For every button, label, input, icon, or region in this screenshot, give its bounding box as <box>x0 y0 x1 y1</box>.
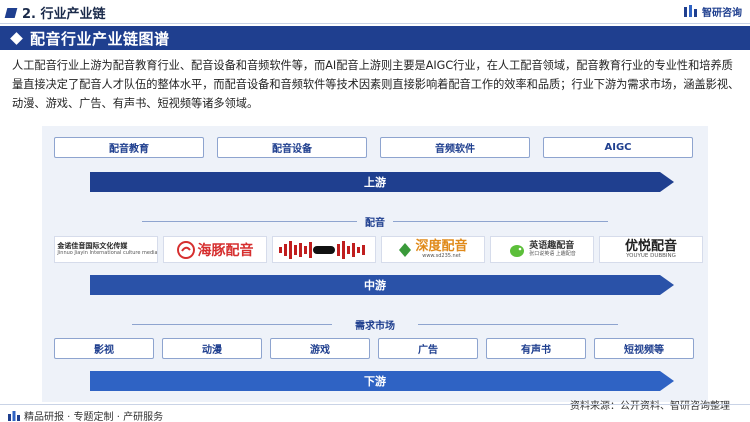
shendu-logo-icon <box>399 242 412 257</box>
brand-logo-text: 智研咨询 <box>702 8 742 19</box>
company-logo-shendu: 深度配音 www.sd235.net <box>381 236 485 263</box>
company-subtitle: YOUYUE DUBBING <box>626 253 676 259</box>
diamond-icon <box>10 31 23 45</box>
downstream-item-label: 动漫 <box>202 345 222 356</box>
downstream-item-label: 短视频等 <box>624 345 664 356</box>
midstream-divider-left <box>142 221 357 222</box>
downstream-item-label: 有声书 <box>521 345 551 356</box>
downstream-item-games: 游戏 <box>270 338 370 359</box>
downstream-item-animation: 动漫 <box>162 338 262 359</box>
company-name: 深度配音 <box>415 239 468 255</box>
downstream-item-audiobook: 有声书 <box>486 338 586 359</box>
midstream-arrow-band: 中游 <box>90 275 674 295</box>
header-divider <box>0 23 750 24</box>
company-logo-shengxiu <box>272 236 376 263</box>
company-name: 优悦配音 <box>624 239 677 254</box>
downstream-item-label: 广告 <box>418 345 438 356</box>
downstream-heading: 需求市场 <box>355 321 395 332</box>
downstream-item-ads: 广告 <box>378 338 478 359</box>
brand-logo: 智研咨询 <box>683 4 742 19</box>
page-title: 配音行业产业链图谱 <box>30 29 170 48</box>
upstream-item-label: 配音教育 <box>109 144 149 155</box>
company-subtitle: 张口说英语 上趣配音 <box>529 250 576 257</box>
upstream-item-aigc: AIGC <box>543 137 693 158</box>
downstream-label: 下游 <box>364 375 386 388</box>
top-bar: 2. 行业产业链 智研咨询 <box>0 0 750 24</box>
downstream-item-short-video: 短视频等 <box>594 338 694 359</box>
midstream-label: 中游 <box>364 279 386 292</box>
section-marker-icon <box>4 7 18 18</box>
industry-chain-diagram: 配音教育 配音设备 音频软件 AIGC 上游 配音 金诺佳音国际文化传媒 Jin… <box>42 126 708 402</box>
upstream-item-label: 音频软件 <box>435 144 475 155</box>
midstream-divider-right <box>393 221 608 222</box>
dolphin-logo-icon <box>176 240 195 259</box>
downstream-item-film: 影视 <box>54 338 154 359</box>
downstream-arrow-band: 下游 <box>90 371 674 391</box>
section-title-text: 2. 行业产业链 <box>22 7 106 22</box>
footer-tagline-text: 精品研报 · 专题定制 · 产研服务 <box>24 412 164 422</box>
midstream-heading: 配音 <box>365 218 385 229</box>
company-logo-haitun: 海豚配音 <box>163 236 267 263</box>
company-logo-quPeiyin: 英语趣配音 张口说英语 上趣配音 <box>490 236 594 263</box>
company-subtitle: Jinnuo Jiayin International culture medi… <box>57 249 158 256</box>
company-logo-youyue: 优悦配音 YOUYUE DUBBING <box>599 236 703 263</box>
upstream-item-equipment: 配音设备 <box>217 137 367 158</box>
company-name: 海豚配音 <box>197 242 254 259</box>
downstream-divider-right <box>418 324 618 325</box>
upstream-item-label: AIGC <box>604 142 632 153</box>
footer-tagline: 精品研报 · 专题定制 · 产研服务 <box>8 408 163 422</box>
bird-logo-icon <box>510 244 525 257</box>
downstream-item-label: 游戏 <box>310 345 330 356</box>
downstream-divider-left <box>132 324 332 325</box>
title-band: 配音行业产业链图谱 <box>0 26 750 50</box>
company-logo-jinnuojiayin: 金诺佳音国际文化传媒 Jinnuo Jiayin International c… <box>54 236 158 263</box>
upstream-label: 上游 <box>364 176 386 189</box>
upstream-arrow-band: 上游 <box>90 172 674 192</box>
brand-logo-icon <box>684 4 697 17</box>
footer-logo-icon <box>8 410 20 421</box>
downstream-item-label: 影视 <box>94 345 114 356</box>
intro-paragraph: 人工配音行业上游为配音教育行业、配音设备和音频软件等，而AI配音上游则主要是AI… <box>12 59 740 110</box>
soundwave-logo-icon <box>279 240 365 259</box>
upstream-item-education: 配音教育 <box>54 137 204 158</box>
upstream-item-label: 配音设备 <box>272 144 312 155</box>
footer-divider <box>0 404 750 405</box>
section-title: 2. 行业产业链 <box>4 3 106 22</box>
upstream-item-software: 音频软件 <box>380 137 530 158</box>
company-subtitle: www.sd235.net <box>422 252 461 259</box>
